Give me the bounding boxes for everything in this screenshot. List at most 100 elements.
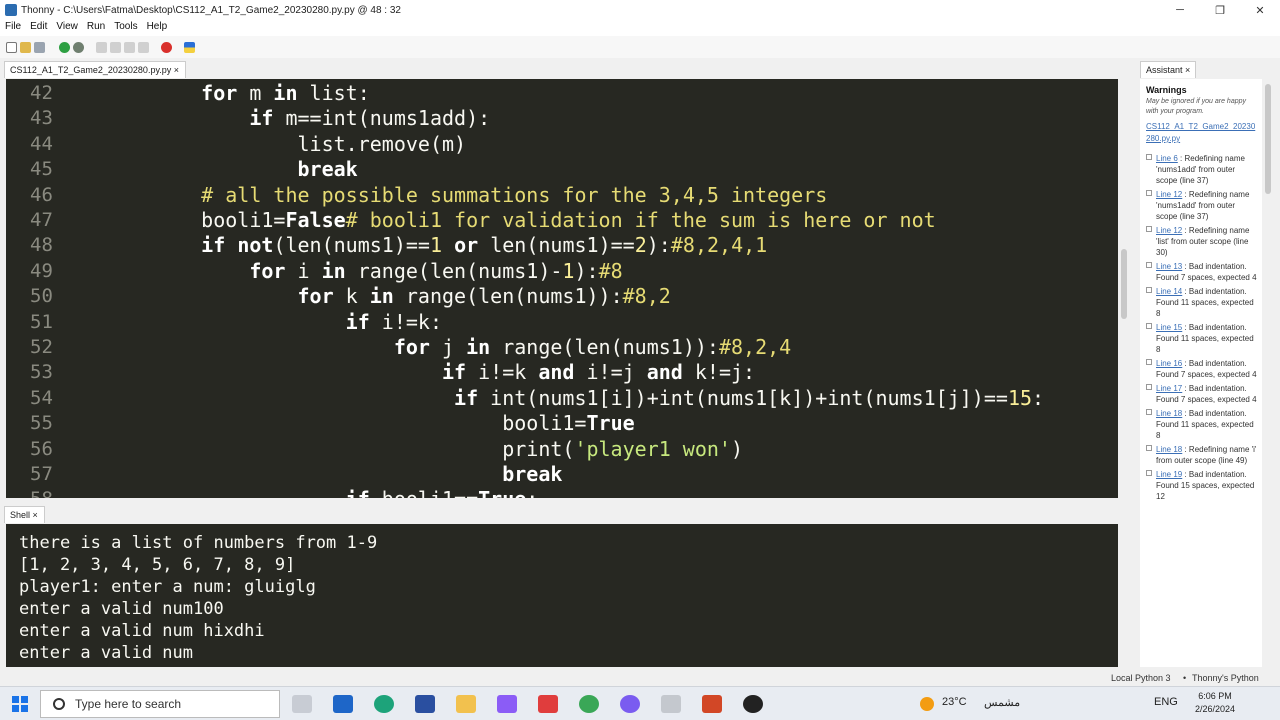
warning-line-link[interactable]: Line 12 — [1156, 190, 1182, 199]
code-line[interactable]: 57 break — [6, 462, 1106, 487]
code-line[interactable]: 50 for k in range(len(nums1)):#8,2 — [6, 284, 1106, 309]
step-out-icon[interactable] — [124, 41, 135, 53]
code-line[interactable]: 55 booli1=True — [6, 411, 1106, 436]
expand-icon[interactable] — [1146, 226, 1152, 232]
warning-line-link[interactable]: Line 16 — [1156, 359, 1182, 368]
step-over-icon[interactable] — [96, 41, 107, 53]
code-text[interactable]: if booli1==True: — [153, 487, 539, 498]
code-editor[interactable]: 42 for m in list: 43 if m==int(nums1add):… — [6, 79, 1118, 498]
chrome-icon[interactable] — [579, 695, 599, 713]
code-line[interactable]: 44 list.remove(m) — [6, 132, 1106, 157]
code-text[interactable]: if m==int(nums1add): — [153, 106, 490, 131]
editor-file-tab[interactable]: CS112_A1_T2_Game2_20230280.py.py × — [4, 61, 187, 78]
code-text[interactable]: print('player1 won') — [153, 437, 743, 462]
visual-studio-icon[interactable] — [497, 695, 517, 713]
shell-tab[interactable]: Shell × — [4, 506, 45, 523]
shell-scrollbar[interactable] — [1118, 524, 1130, 667]
assistant-file-link[interactable]: CS112_A1_T2_Game2_20230280.py.py — [1146, 121, 1258, 145]
thonny-taskbar-icon[interactable] — [661, 695, 681, 713]
save-icon[interactable] — [34, 41, 45, 53]
warning-line-link[interactable]: Line 17 — [1156, 384, 1182, 393]
warning-line-link[interactable]: Line 15 — [1156, 323, 1182, 332]
code-line[interactable]: 51 if i!=k: — [6, 310, 1106, 335]
expand-icon[interactable] — [1146, 190, 1152, 196]
code-text[interactable]: for j in range(len(nums1)):#8,2,4 — [153, 335, 791, 360]
assistant-scrollbar[interactable] — [1262, 79, 1274, 667]
taskbar-search[interactable]: Type here to search — [40, 690, 280, 718]
anydesk-icon[interactable] — [538, 695, 558, 713]
menu-view[interactable]: View — [51, 20, 82, 36]
code-text[interactable]: for i in range(len(nums1)-1):#8 — [153, 259, 622, 284]
warning-line-link[interactable]: Line 13 — [1156, 262, 1182, 271]
code-line[interactable]: 53 if i!=k and i!=j and k!=j: — [6, 360, 1106, 385]
debug-icon[interactable] — [73, 41, 84, 53]
stop-icon[interactable] — [161, 41, 172, 53]
code-line[interactable]: 54 if int(nums1[i])+int(nums1[k])+int(nu… — [6, 386, 1106, 411]
mail-icon[interactable] — [333, 695, 353, 713]
warning-line-link[interactable]: Line 18 — [1156, 445, 1182, 454]
expand-icon[interactable] — [1146, 384, 1152, 390]
expand-icon[interactable] — [1146, 262, 1152, 268]
weather-text[interactable]: مشمس — [984, 696, 1020, 709]
task-view-icon[interactable] — [292, 695, 312, 713]
l-app-icon[interactable] — [415, 695, 435, 713]
warning-line-link[interactable]: Line 19 — [1156, 470, 1182, 479]
ukraine-flag-icon[interactable] — [184, 41, 195, 53]
chrome-profile-icon[interactable] — [620, 695, 640, 713]
expand-icon[interactable] — [1146, 470, 1152, 476]
menu-help[interactable]: Help — [142, 20, 172, 36]
assistant-tab[interactable]: Assistant × — [1140, 61, 1197, 78]
code-line[interactable]: 52 for j in range(len(nums1)):#8,2,4 — [6, 335, 1106, 360]
powerpoint-icon[interactable] — [702, 695, 722, 713]
interpreter-status[interactable]: Local Python 3 — [1111, 673, 1171, 683]
code-line[interactable]: 47 booli1=False# booli1 for validation i… — [6, 208, 1106, 233]
windows-start-icon[interactable] — [12, 696, 28, 712]
new-file-icon[interactable] — [6, 41, 17, 53]
assistant-scroll-thumb[interactable] — [1265, 84, 1271, 194]
warning-line-link[interactable]: Line 12 — [1156, 226, 1182, 235]
editor-scroll-thumb[interactable] — [1121, 249, 1127, 319]
code-line[interactable]: 58 if booli1==True: — [6, 487, 1106, 498]
expand-icon[interactable] — [1146, 409, 1152, 415]
python-label[interactable]: Thonny's Python — [1192, 673, 1259, 683]
minimize-button[interactable]: ─ — [1160, 0, 1200, 20]
maximize-button[interactable]: ❐ — [1200, 0, 1240, 20]
open-folder-icon[interactable] — [20, 41, 31, 53]
menu-run[interactable]: Run — [82, 20, 109, 36]
code-line[interactable]: 46 # all the possible summations for the… — [6, 183, 1106, 208]
expand-icon[interactable] — [1146, 287, 1152, 293]
code-text[interactable]: for m in list: — [153, 81, 370, 106]
code-line[interactable]: 42 for m in list: — [6, 81, 1106, 106]
code-line[interactable]: 48 if not(len(nums1)==1 or len(nums1)==2… — [6, 233, 1106, 258]
code-text[interactable]: if i!=k: — [153, 310, 442, 335]
code-line[interactable]: 56 print('player1 won') — [6, 437, 1106, 462]
code-text[interactable]: break — [153, 157, 358, 182]
code-text[interactable]: list.remove(m) — [153, 132, 466, 157]
file-explorer-icon[interactable] — [456, 695, 476, 713]
warning-line-link[interactable]: Line 14 — [1156, 287, 1182, 296]
menu-edit[interactable]: Edit — [25, 20, 51, 36]
menu-file[interactable]: File — [0, 20, 25, 36]
code-text[interactable]: booli1=True — [153, 411, 634, 436]
warning-line-link[interactable]: Line 18 — [1156, 409, 1182, 418]
shell-console[interactable]: there is a list of numbers from 1-9 [1, 2… — [6, 524, 1118, 667]
expand-icon[interactable] — [1146, 154, 1152, 160]
code-line[interactable]: 43 if m==int(nums1add): — [6, 106, 1106, 131]
close-button[interactable]: ✕ — [1240, 0, 1280, 20]
editor-scrollbar[interactable] — [1118, 79, 1130, 498]
code-line[interactable]: 45 break — [6, 157, 1106, 182]
code-line[interactable]: 49 for i in range(len(nums1)-1):#8 — [6, 259, 1106, 284]
code-text[interactable]: if int(nums1[i])+int(nums1[k])+int(nums1… — [153, 386, 1044, 411]
code-text[interactable]: break — [153, 462, 562, 487]
code-text[interactable]: for k in range(len(nums1)):#8,2 — [153, 284, 671, 309]
step-into-icon[interactable] — [110, 41, 121, 53]
code-text[interactable]: # all the possible summations for the 3,… — [153, 183, 827, 208]
warning-line-link[interactable]: Line 6 — [1156, 154, 1178, 163]
menu-tools[interactable]: Tools — [109, 20, 141, 36]
code-text[interactable]: if not(len(nums1)==1 or len(nums1)==2):#… — [153, 233, 767, 258]
expand-icon[interactable] — [1146, 323, 1152, 329]
code-text[interactable]: if i!=k and i!=j and k!=j: — [153, 360, 755, 385]
taskbar-clock[interactable]: 6:06 PM 2/26/2024 — [1186, 690, 1244, 716]
edge-icon[interactable] — [374, 695, 394, 713]
code-text[interactable]: booli1=False# booli1 for validation if t… — [153, 208, 936, 233]
